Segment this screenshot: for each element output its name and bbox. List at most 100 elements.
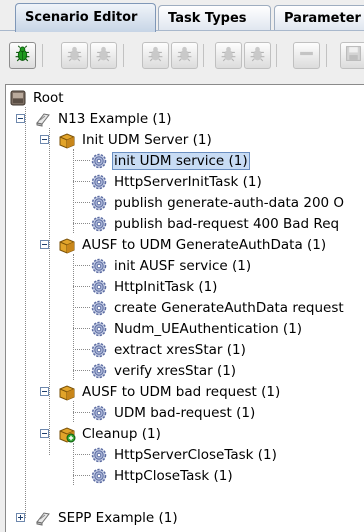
package-icon [58,383,76,401]
collapse-toggle[interactable] [40,135,49,144]
expand-toggle[interactable] [16,513,25,522]
gear-icon [90,215,108,233]
package-icon [58,236,76,254]
save-button[interactable] [340,42,364,69]
tree-connector [49,128,50,455]
gear-icon [90,257,108,275]
tree-connector [73,254,74,380]
tree-node-n13-example[interactable]: N13 Example (1) [34,108,174,129]
bug-button-4[interactable] [142,42,169,69]
tree-connector [73,475,90,476]
gear-icon [90,278,108,296]
tree-node-label: N13 Example (1) [58,110,172,127]
tree-connector [73,181,90,182]
gear-icon [90,446,108,464]
scenario-icon [34,110,52,128]
tree-node-label: publish generate-auth-data 200 O [114,194,345,211]
tree-connector [73,370,90,371]
tree-node-init-udm-server[interactable]: Init UDM Server (1) [58,129,214,150]
tree-node-label: create GenerateAuthData request [114,299,344,316]
tree-node-ausf-to-udm-generateauthdata[interactable]: AUSF to UDM GenerateAuthData (1) [58,234,328,255]
bug-button-6[interactable] [215,42,242,69]
toolbar [0,32,364,80]
tree-node-init-udm-service[interactable]: init UDM service (1) [90,150,250,171]
tree-node-publish-generate-auth-data[interactable]: publish generate-auth-data 200 O [90,192,346,213]
bug-icon [66,45,83,66]
scenario-tree[interactable]: Root N13 Example (1) Init UDM Server (1)… [5,84,364,532]
tree-node-verify-xresstar[interactable]: verify xresStar (1) [90,360,238,381]
gear-icon [90,362,108,380]
tab-parameter[interactable]: Parameter [274,5,364,31]
scenario-icon [34,509,52,527]
bug-icon [220,45,237,66]
collapse-toggle[interactable] [40,240,49,249]
bug-icon [249,45,266,66]
tree-node-label: AUSF to UDM bad request (1) [82,383,281,400]
gear-icon [90,173,108,191]
tree-root-label: Root [33,89,64,106]
gear-icon [90,467,108,485]
bug-icon [14,45,31,66]
tree-node-label: init UDM service (1) [112,151,250,170]
tree-node-httpinittask[interactable]: HttpInitTask (1) [90,276,219,297]
bug-button-7[interactable] [244,42,271,69]
tree-connector [25,107,26,518]
tree-node-cleanup[interactable]: Cleanup (1) [58,423,163,444]
gear-icon [90,194,108,212]
tree-connector [73,412,90,413]
tree-node-create-generateauthdata-request[interactable]: create GenerateAuthData request [90,297,346,318]
tree-node-nudm-ueauthentication[interactable]: Nudm_UEAuthentication (1) [90,318,304,339]
bug-button-5[interactable] [171,42,198,69]
run-debug-button[interactable] [9,42,36,69]
tree-node-label: Nudm_UEAuthentication (1) [114,320,303,337]
package-icon [58,131,76,149]
tree-node-httpclosetask[interactable]: HttpCloseTask (1) [90,465,235,486]
tree-node-ausf-to-udm-bad-request[interactable]: AUSF to UDM bad request (1) [58,381,282,402]
bug-button-3[interactable] [90,42,117,69]
remove-button[interactable] [293,42,320,69]
tree-node-label: verify xresStar (1) [114,362,237,379]
gear-icon [90,320,108,338]
tree-connector [73,223,90,224]
tree-root[interactable]: Root [9,87,66,108]
tree-node-sepp-example[interactable]: SEPP Example (1) [34,507,180,528]
minus-icon [298,45,315,66]
bug-button-2[interactable] [61,42,88,69]
bug-icon [95,45,112,66]
tree-node-label: HttpCloseTask (1) [114,467,233,484]
tree-node-httpserverclosetask[interactable]: HttpServerCloseTask (1) [90,444,279,465]
gear-icon [90,404,108,422]
bug-icon [147,45,164,66]
tree-node-extract-xresstar[interactable]: extract xresStar (1) [90,339,248,360]
bug-icon [176,45,193,66]
toolbar-separator [203,44,204,67]
toolbar-separator [276,44,277,67]
tree-node-publish-bad-request[interactable]: publish bad-request 400 Bad Req [90,213,341,234]
tree-node-label: UDM bad-request (1) [114,404,256,421]
tree-node-udm-bad-request[interactable]: UDM bad-request (1) [90,402,257,423]
tree-node-httpserverinittask[interactable]: HttpServerInitTask (1) [90,171,264,192]
tab-scenario-editor[interactable]: Scenario Editor [15,3,156,32]
collapse-toggle[interactable] [40,429,49,438]
tree-node-label: extract xresStar (1) [114,341,246,358]
tree-node-label: AUSF to UDM GenerateAuthData (1) [82,236,327,253]
tree-connector [73,454,90,455]
tab-task-types[interactable]: Task Types [158,5,271,31]
tree-node-label: Cleanup (1) [82,425,161,442]
gear-icon [90,341,108,359]
tree-connector [73,286,90,287]
toolbar-separator [42,44,43,67]
tree-node-label: HttpInitTask (1) [114,278,218,295]
tree-connector [73,265,90,266]
collapse-toggle[interactable] [16,114,25,123]
tree-node-label: publish bad-request 400 Bad Req [114,215,340,232]
collapse-toggle[interactable] [40,387,49,396]
toolbar-separator [123,44,124,67]
root-folder-icon [9,89,27,107]
tree-connector [73,328,90,329]
tree-node-init-ausf-service[interactable]: init AUSF service (1) [90,255,253,276]
tree-connector [73,149,74,233]
tree-node-label: HttpServerCloseTask (1) [114,446,277,463]
tree-connector [73,160,90,161]
tree-connector [73,307,90,308]
